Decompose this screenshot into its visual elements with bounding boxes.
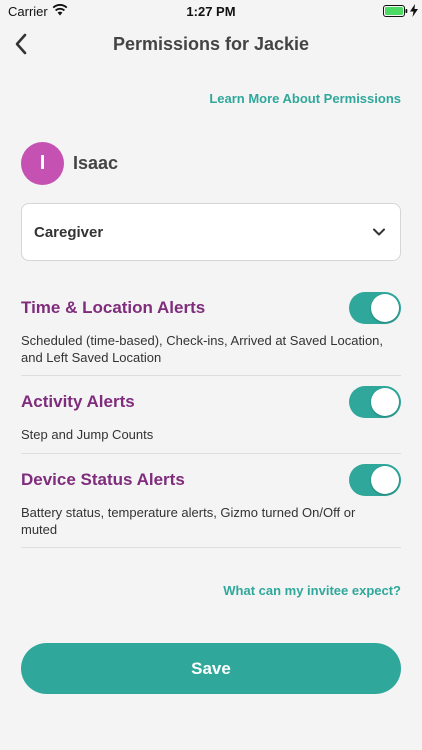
- permission-title: Activity Alerts: [21, 392, 135, 411]
- status-bar: Carrier 1:27 PM: [0, 0, 422, 22]
- page-title: Permissions for Jackie: [112, 34, 310, 54]
- invitee-expect-link[interactable]: What can my invitee expect?: [223, 583, 401, 598]
- toggle-knob: [371, 388, 399, 416]
- divider: [21, 453, 401, 454]
- permission-title: Time & Location Alerts: [21, 298, 206, 317]
- permission-device-status: Device Status Alerts Battery status, tem…: [21, 464, 401, 548]
- role-dropdown[interactable]: Caregiver: [21, 203, 401, 261]
- save-button[interactable]: Save: [21, 643, 401, 694]
- learn-more-link[interactable]: Learn More About Permissions: [209, 91, 401, 106]
- avatar: I: [21, 142, 64, 185]
- navigation-bar: Permissions for Jackie: [0, 22, 422, 66]
- time-location-toggle[interactable]: [349, 292, 401, 324]
- chevron-down-icon: [373, 228, 385, 236]
- permission-activity: Activity Alerts Step and Jump Counts: [21, 386, 401, 454]
- status-time: 1:27 PM: [186, 4, 236, 19]
- permission-description: Battery status, temperature alerts, Gizm…: [21, 505, 356, 537]
- permission-description: Step and Jump Counts: [21, 427, 154, 442]
- divider: [21, 375, 401, 376]
- permission-description: Scheduled (time-based), Check-ins, Arriv…: [21, 333, 384, 365]
- permission-time-location: Time & Location Alerts Scheduled (time-b…: [21, 292, 401, 376]
- charging-bolt-icon: [410, 4, 418, 17]
- toggle-knob: [371, 466, 399, 494]
- battery-icon: [383, 5, 408, 17]
- activity-toggle[interactable]: [349, 386, 401, 418]
- device-status-toggle[interactable]: [349, 464, 401, 496]
- role-selected-value: Caregiver: [34, 224, 104, 241]
- toggle-knob: [371, 294, 399, 322]
- invitee-name: Isaac: [73, 153, 119, 173]
- permission-title: Device Status Alerts: [21, 470, 185, 489]
- divider: [21, 547, 401, 548]
